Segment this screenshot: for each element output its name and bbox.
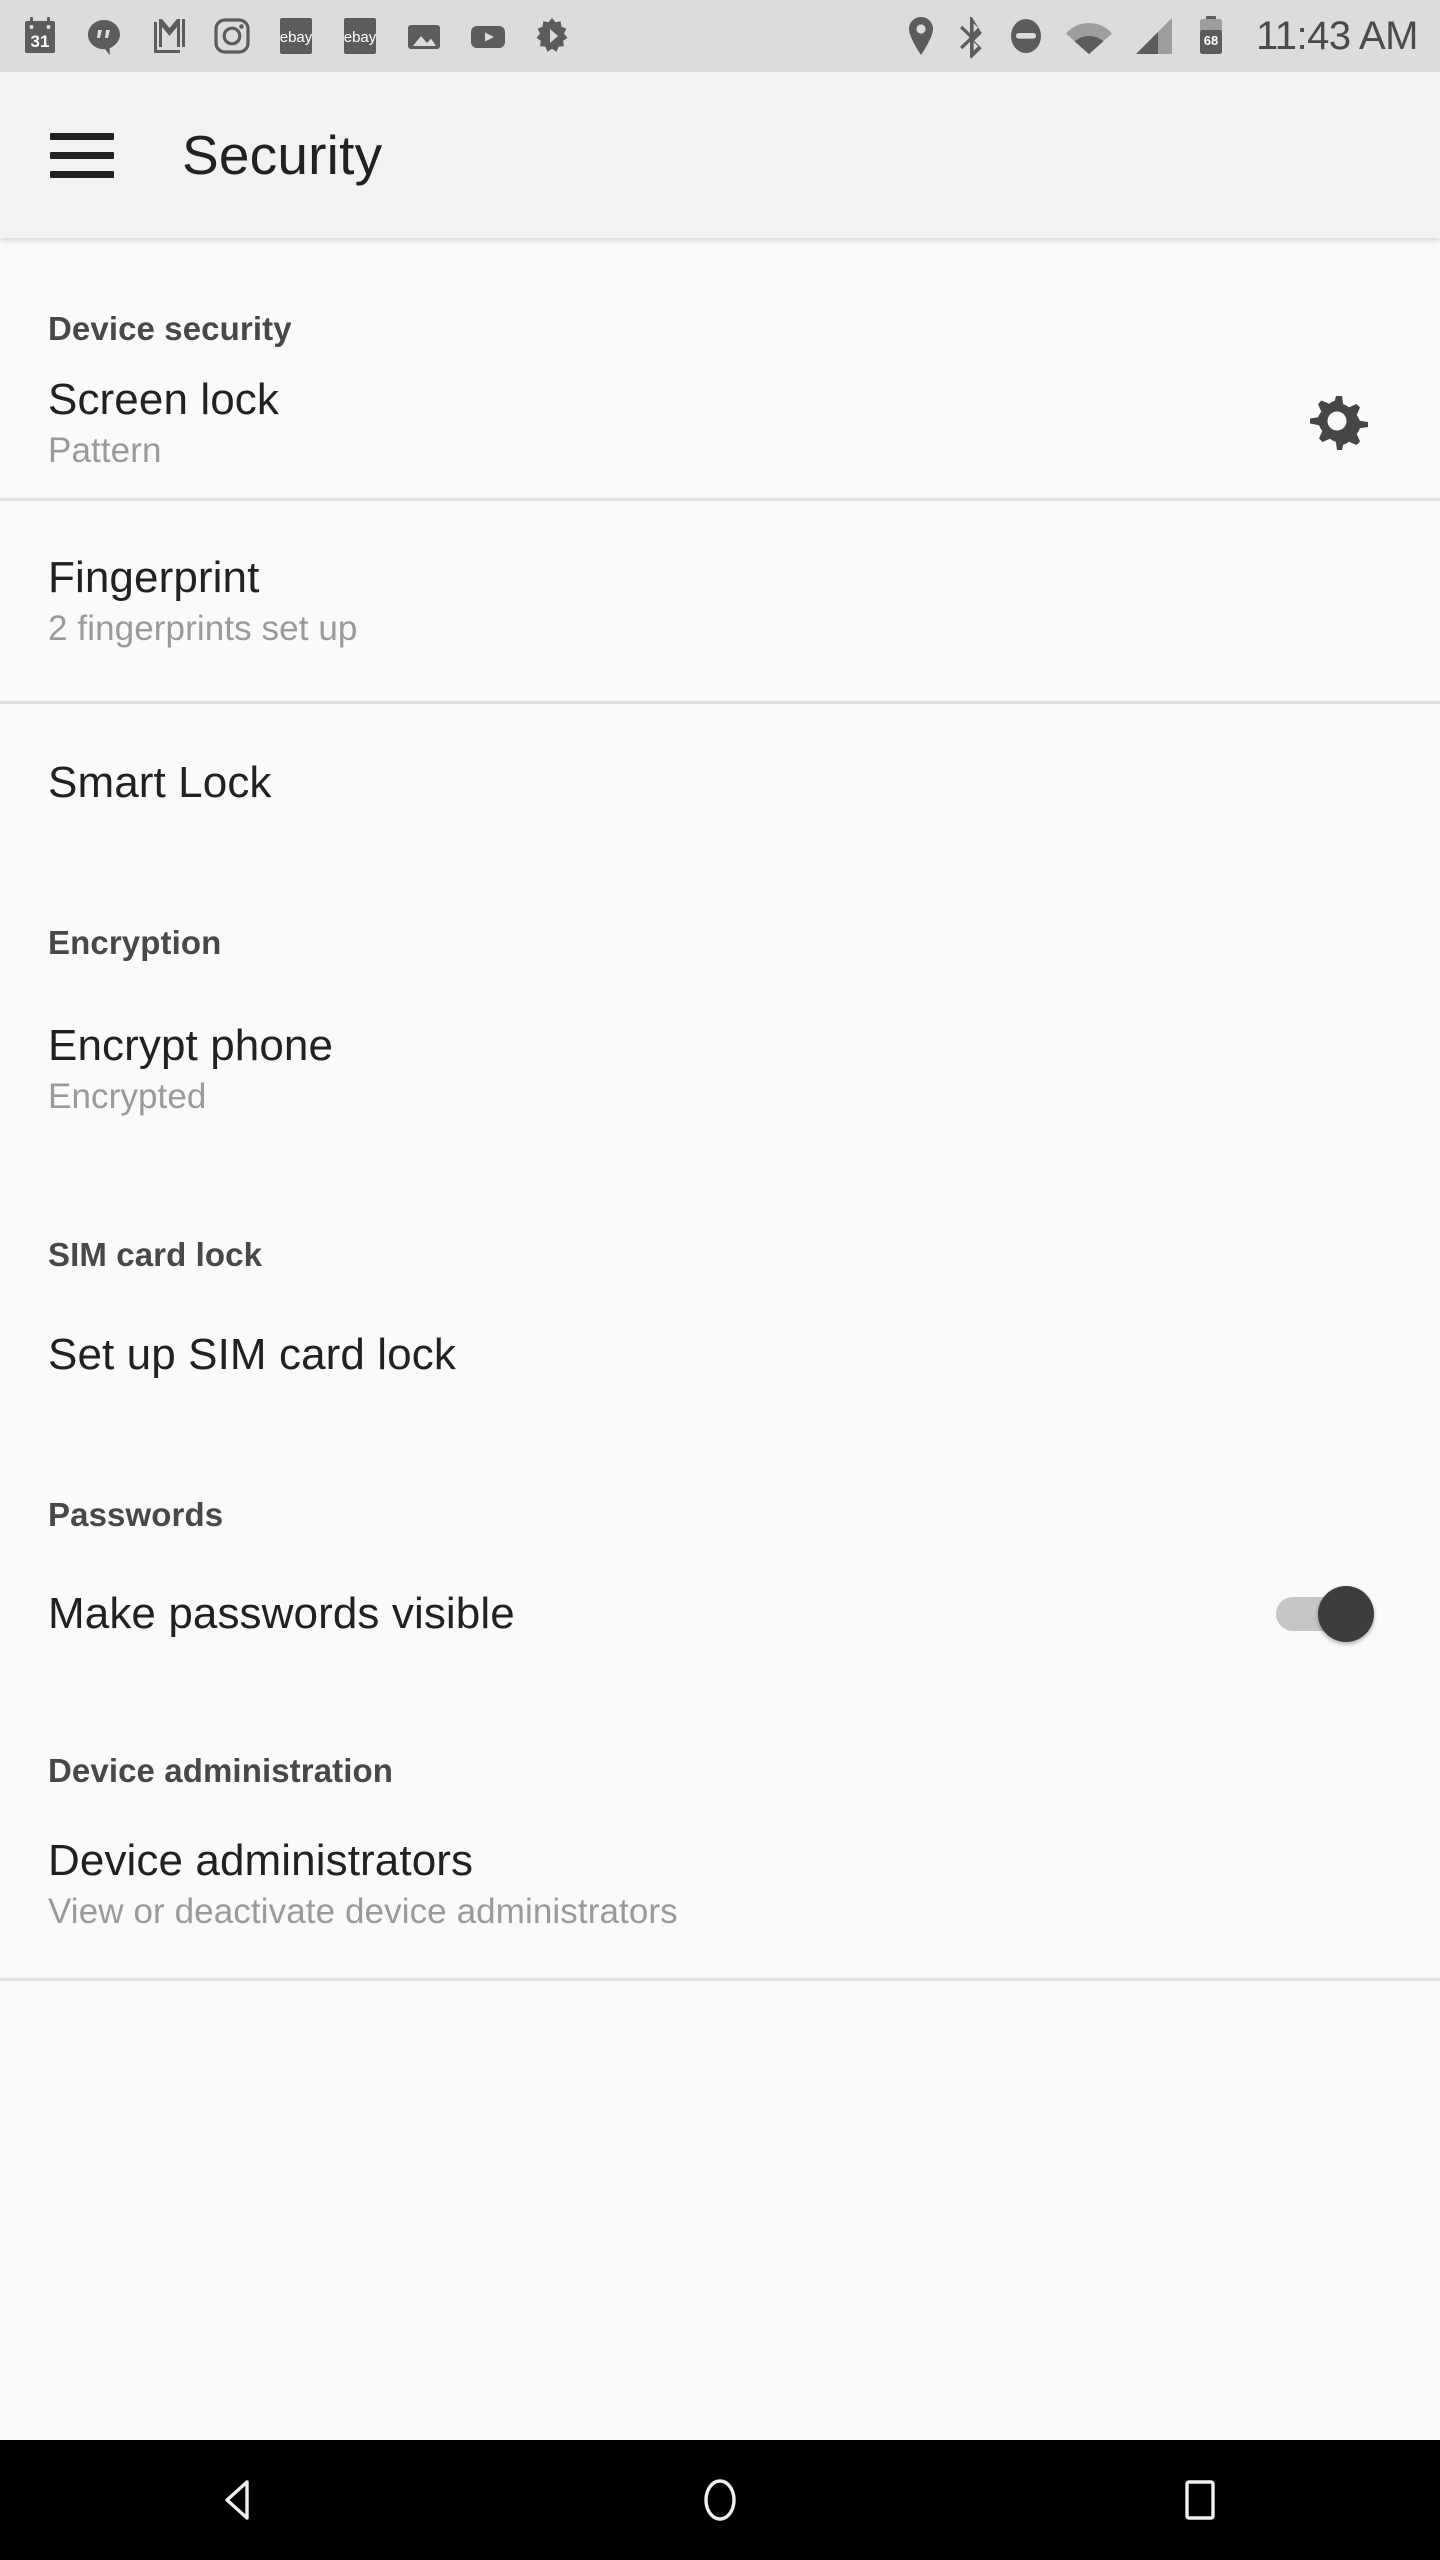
row-subtitle: 2 fingerprints set up — [48, 609, 358, 649]
row-title: Screen lock — [48, 374, 279, 424]
settings-list[interactable]: Device security Screen lock Pattern Fing… — [0, 238, 1440, 2440]
row-title: Device administrators — [48, 1835, 474, 1885]
battery-level-label: 68 — [1204, 33, 1218, 48]
photos-icon — [408, 25, 440, 49]
ebay-icon-2: ebay — [344, 18, 377, 54]
page-title: Security — [182, 124, 383, 186]
make-passwords-visible-toggle[interactable] — [1276, 1586, 1374, 1642]
gear-icon[interactable] — [1302, 388, 1372, 458]
row-screen-lock[interactable]: Screen lock Pattern — [0, 348, 1440, 498]
wifi-icon — [1065, 23, 1112, 54]
section-header-device-security: Device security — [48, 310, 292, 347]
phone-screen: 31 ebay ebay 68 11:43 AM Security Device… — [0, 0, 1440, 2560]
row-title: Make passwords visible — [48, 1589, 515, 1639]
row-subtitle: Encrypted — [48, 1077, 207, 1117]
calendar-icon: 31 — [25, 17, 55, 53]
row-subtitle: View or deactivate device administrators — [48, 1892, 678, 1932]
battery-icon: 68 — [1199, 16, 1222, 54]
section-header-sim-card-lock: SIM card lock — [48, 1236, 263, 1273]
row-encrypt-phone[interactable]: Encrypt phone Encrypted — [0, 962, 1440, 1176]
row-title: Fingerprint — [48, 552, 260, 602]
row-set-up-sim-card-lock[interactable]: Set up SIM card lock — [0, 1274, 1440, 1436]
row-title: Set up SIM card lock — [48, 1330, 456, 1380]
hangouts-icon — [88, 20, 120, 56]
toggle-thumb — [1318, 1586, 1374, 1642]
system-status-icons: 68 11:43 AM — [904, 13, 1419, 59]
home-nav-icon[interactable] — [650, 2440, 790, 2560]
status-bar: 31 ebay ebay 68 11:43 AM — [0, 0, 1440, 72]
row-title: Smart Lock — [48, 758, 272, 808]
status-bar-clock: 11:43 AM — [1255, 13, 1419, 58]
section-header-passwords: Passwords — [48, 1496, 224, 1533]
notification-icons: 31 ebay ebay — [18, 14, 904, 58]
row-device-administrators[interactable]: Device administrators View or deactivate… — [0, 1790, 1440, 1978]
row-title: Encrypt phone — [48, 1020, 334, 1070]
cellular-signal-icon — [1135, 18, 1172, 54]
recents-nav-icon[interactable] — [1130, 2440, 1270, 2560]
settings-notification-icon — [536, 18, 568, 52]
row-make-passwords-visible[interactable]: Make passwords visible — [0, 1534, 1440, 1694]
location-icon — [908, 17, 933, 55]
app-bar: Security — [0, 72, 1440, 238]
row-subtitle: Pattern — [48, 431, 162, 471]
section-header-device-administration: Device administration — [48, 1752, 394, 1789]
svg-text:ebay: ebay — [280, 29, 313, 46]
ebay-icon: ebay — [280, 18, 313, 54]
divider — [0, 1978, 1440, 1981]
gmail-icon — [154, 19, 185, 53]
svg-text:31: 31 — [31, 32, 50, 51]
svg-text:ebay: ebay — [344, 29, 377, 46]
hamburger-menu-icon[interactable] — [50, 123, 114, 187]
do-not-disturb-icon — [1010, 19, 1041, 53]
row-fingerprint[interactable]: Fingerprint 2 fingerprints set up — [0, 501, 1440, 701]
section-header-encryption: Encryption — [48, 924, 222, 961]
instagram-icon — [214, 18, 250, 54]
bluetooth-icon — [959, 17, 982, 58]
youtube-icon — [471, 26, 505, 48]
row-smart-lock[interactable]: Smart Lock — [0, 704, 1440, 862]
navigation-bar — [0, 2440, 1440, 2560]
back-nav-icon[interactable] — [170, 2440, 310, 2560]
